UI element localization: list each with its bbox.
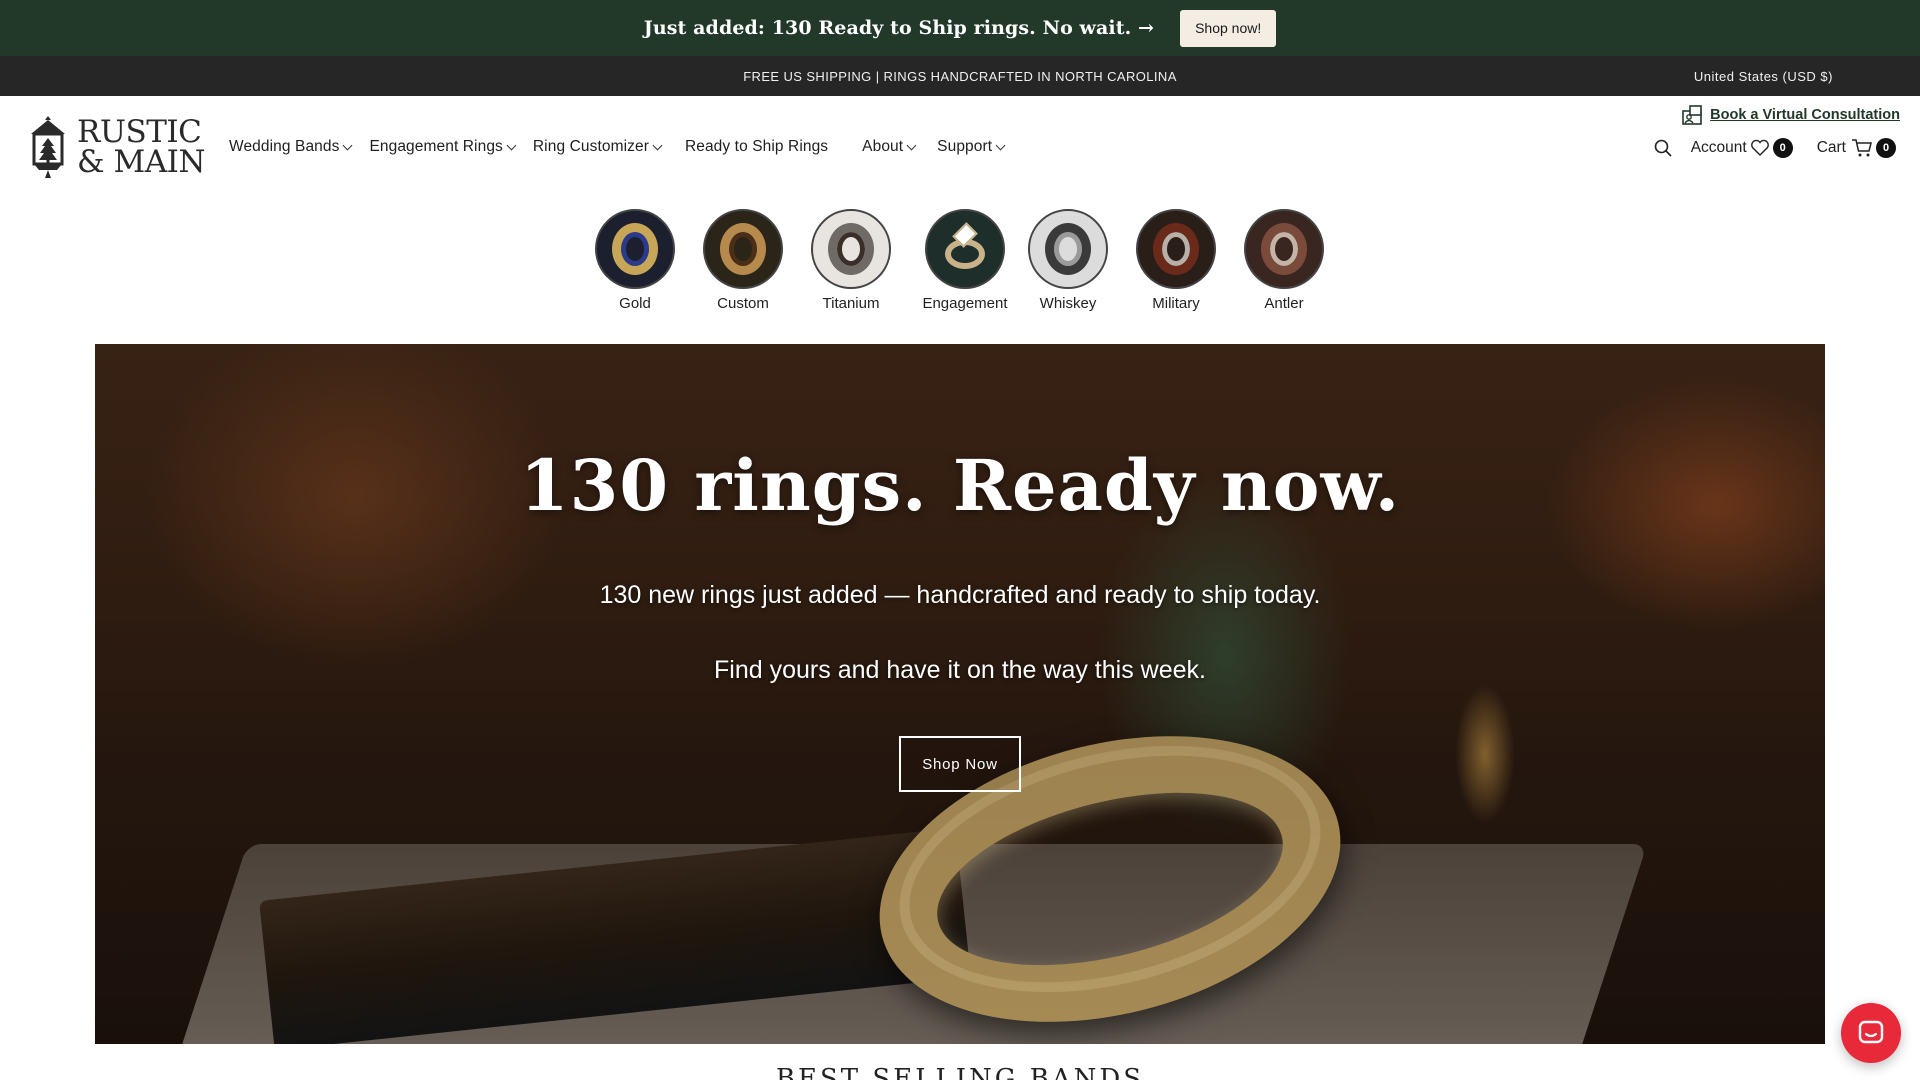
- heart-icon[interactable]: [1750, 139, 1770, 157]
- category-image: [1244, 209, 1324, 289]
- nav-label: Wedding Bands: [229, 138, 340, 155]
- nav-ready-to-ship[interactable]: Ready to Ship Rings: [685, 138, 828, 156]
- virtual-consultation-link[interactable]: Book a Virtual Consultation: [1681, 104, 1900, 126]
- wishlist-count-badge: 0: [1772, 138, 1793, 158]
- site-header: RUSTIC & MAIN Wedding Bands Engagement R…: [0, 96, 1920, 196]
- hero-subtitle-1: 130 new rings just added — handcrafted a…: [599, 581, 1321, 609]
- category-label: Military: [1152, 295, 1200, 312]
- shipping-message: FREE US SHIPPING | RINGS HANDCRAFTED IN …: [743, 69, 1177, 84]
- logo-line-1: RUSTIC: [77, 114, 202, 150]
- category-image: [925, 209, 1005, 289]
- shop-now-announcement-button[interactable]: Shop now!: [1180, 9, 1277, 47]
- category-antler[interactable]: Antler: [1229, 209, 1339, 312]
- category-label: Engagement: [922, 295, 1008, 312]
- nav-label: Ring Customizer: [532, 138, 649, 155]
- hero-shop-now-button[interactable]: Shop Now: [899, 736, 1021, 792]
- currency-selector[interactable]: United States (USD $): [1694, 69, 1833, 84]
- category-image: [811, 209, 891, 289]
- hero-title: 130 rings. Ready now.: [519, 444, 1401, 527]
- category-carousel: Gold Custom Titanium Engagement Whiskey …: [0, 209, 1920, 319]
- main-nav: Wedding Bands Engagement Rings Ring Cust…: [229, 138, 1022, 156]
- nav-label: Support: [937, 138, 993, 155]
- nav-label: Ready to Ship Rings: [684, 138, 829, 155]
- category-label: Titanium: [822, 295, 880, 312]
- info-bar: FREE US SHIPPING | RINGS HANDCRAFTED IN …: [0, 56, 1920, 96]
- chevron-down-icon: [506, 140, 517, 151]
- chat-button[interactable]: [1841, 1003, 1901, 1063]
- category-engagement[interactable]: Engagement: [910, 209, 1020, 312]
- logo[interactable]: RUSTIC & MAIN: [27, 114, 205, 180]
- category-gold[interactable]: Gold: [580, 209, 690, 312]
- category-image: [595, 209, 675, 289]
- best-selling-heading: BEST SELLING BANDS: [775, 1064, 1145, 1080]
- category-label: Gold: [619, 295, 651, 312]
- video-call-icon: [1682, 105, 1702, 125]
- nav-wedding-bands[interactable]: Wedding Bands: [229, 138, 353, 156]
- category-image: [703, 209, 783, 289]
- nav-label: Engagement Rings: [369, 138, 503, 155]
- chevron-down-icon: [343, 140, 353, 151]
- nav-label: About: [862, 138, 904, 155]
- cart-link[interactable]: Cart: [1817, 139, 1846, 157]
- nav-engagement-rings[interactable]: Engagement Rings: [369, 138, 517, 156]
- chevron-down-icon: [652, 140, 663, 151]
- consultation-label: Book a Virtual Consultation: [1710, 107, 1900, 123]
- hero-content: 130 rings. Ready now. 130 new rings just…: [95, 344, 1825, 1044]
- nav-support[interactable]: Support: [937, 138, 1006, 156]
- cart-count-badge: 0: [1876, 138, 1896, 158]
- nav-about[interactable]: About: [862, 138, 917, 156]
- logo-wordmark: RUSTIC & MAIN: [77, 114, 205, 180]
- category-whiskey[interactable]: Whiskey: [1013, 209, 1123, 312]
- announcement-text[interactable]: Just added: 130 Ready to Ship rings. No …: [644, 17, 1154, 39]
- hero-subtitle-2: Find yours and have it on the way this w…: [714, 656, 1206, 684]
- utility-nav: Account 0 Cart 0: [1653, 138, 1896, 158]
- category-label: Whiskey: [1039, 295, 1097, 312]
- chevron-down-icon: [906, 140, 917, 151]
- lantern-tree-icon: [31, 116, 65, 178]
- category-image: [1136, 209, 1216, 289]
- hero-banner: 130 rings. Ready now. 130 new rings just…: [95, 344, 1825, 1044]
- category-military[interactable]: Military: [1121, 209, 1231, 312]
- category-custom[interactable]: Custom: [688, 209, 798, 312]
- category-label: Antler: [1264, 295, 1304, 312]
- category-titanium[interactable]: Titanium: [796, 209, 906, 312]
- chat-bubble-icon: [1858, 1020, 1884, 1044]
- category-label: Custom: [717, 295, 769, 312]
- category-image: [1028, 209, 1108, 289]
- account-link[interactable]: Account: [1691, 139, 1747, 157]
- nav-ring-customizer[interactable]: Ring Customizer: [532, 138, 663, 156]
- chevron-down-icon: [995, 140, 1006, 151]
- logo-line-2: & MAIN: [77, 144, 205, 180]
- announcement-bar: Just added: 130 Ready to Ship rings. No …: [0, 0, 1920, 56]
- cart-icon[interactable]: [1851, 138, 1873, 158]
- search-icon[interactable]: [1653, 138, 1673, 158]
